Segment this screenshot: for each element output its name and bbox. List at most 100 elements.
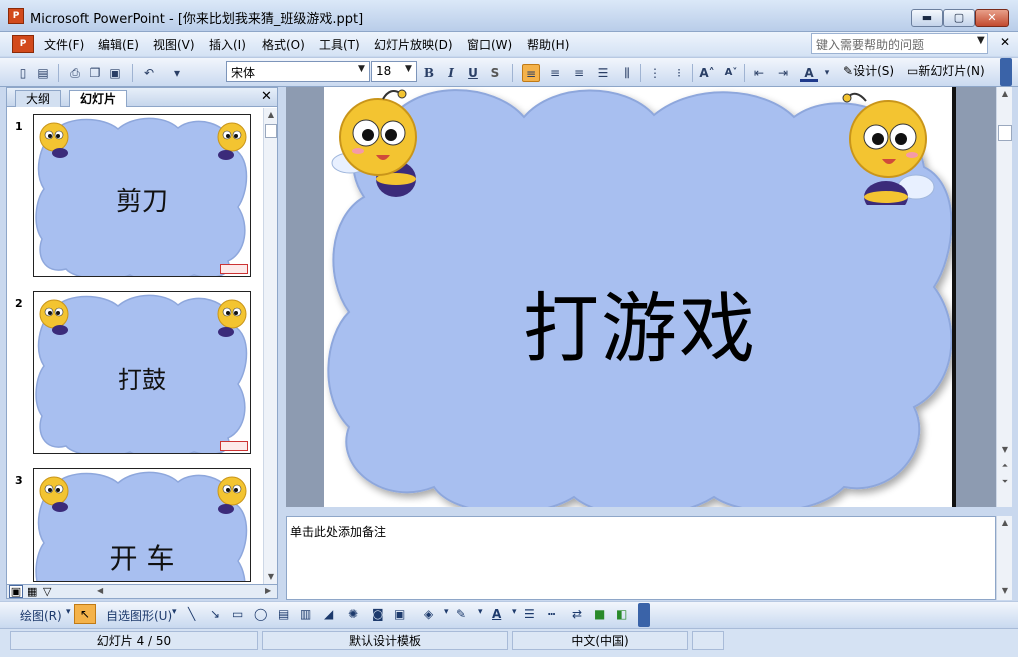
draw-menu-button[interactable]: 绘图(R) — [20, 607, 62, 624]
close-button[interactable]: ✕ — [975, 9, 1009, 27]
chevron-down-icon[interactable]: ▾ — [168, 64, 186, 82]
line-color-icon[interactable]: ✎ — [456, 607, 466, 621]
diagram-icon[interactable]: ✺ — [348, 607, 358, 621]
notes-placeholder[interactable]: 单击此处添加备注 — [290, 523, 386, 540]
menu-file[interactable]: 文件(F) — [44, 36, 84, 53]
font-name-combo[interactable]: 宋体 — [226, 61, 370, 82]
menu-format[interactable]: 格式(O) — [262, 36, 305, 53]
open-folder-icon[interactable]: ▤ — [34, 64, 52, 82]
select-pointer-icon[interactable]: ↖ — [74, 604, 96, 624]
scroll-down-icon[interactable]: ▼ — [264, 572, 278, 581]
close-document-icon[interactable]: ✕ — [1000, 35, 1010, 49]
print-icon[interactable]: ⎙ — [66, 64, 84, 82]
undo-icon[interactable]: ↶ — [140, 64, 158, 82]
justify-icon[interactable]: ☰ — [594, 64, 612, 82]
slides-panel-scrollbar[interactable]: ▲ ▼ — [263, 108, 277, 584]
toolbar-options-grip[interactable] — [638, 603, 650, 627]
chevron-down-icon[interactable]: ▼ — [405, 64, 412, 74]
document-icon[interactable]: P — [12, 35, 34, 53]
tab-outline[interactable]: 大纲 — [15, 90, 62, 107]
paste-icon[interactable]: ▣ — [106, 64, 124, 82]
scroll-up-icon[interactable]: ▲ — [998, 89, 1012, 98]
decrease-font-icon[interactable]: A˅ — [722, 64, 740, 82]
align-right-icon[interactable]: ≡ — [570, 64, 588, 82]
increase-indent-icon[interactable]: ⇥ — [774, 64, 792, 82]
chevron-down-icon[interactable]: ▾ — [66, 607, 71, 617]
autoshapes-button[interactable]: 自选图形(U) — [106, 607, 172, 624]
menu-window[interactable]: 窗口(W) — [467, 36, 512, 53]
align-left-icon[interactable]: ≡ — [522, 64, 540, 82]
scroll-right-icon[interactable]: ▶ — [265, 586, 271, 595]
clip-art-icon[interactable]: ◙ — [372, 607, 384, 621]
design-button[interactable]: ✎设计(S) — [843, 62, 894, 79]
menu-edit[interactable]: 编辑(E) — [98, 36, 139, 53]
chevron-down-icon[interactable]: ▾ — [478, 607, 483, 617]
minimize-button[interactable]: ▬ — [911, 9, 943, 27]
decrease-indent-icon[interactable]: ⇤ — [750, 64, 768, 82]
copy-icon[interactable]: ❐ — [86, 64, 104, 82]
help-search-input[interactable]: 键入需要帮助的问题 — [811, 33, 988, 54]
slide-title[interactable]: 打游戏 — [324, 267, 952, 377]
dash-style-icon[interactable]: ┅ — [548, 607, 555, 621]
italic-button[interactable]: I — [442, 64, 460, 82]
slide-canvas[interactable]: 打游戏 — [324, 87, 956, 507]
fill-color-icon[interactable]: ◈ — [424, 607, 433, 621]
scroll-down-icon[interactable]: ▼ — [998, 586, 1012, 595]
scroll-left-icon[interactable]: ◀ — [97, 586, 103, 595]
slideshow-view-icon[interactable]: ▽ — [43, 585, 51, 598]
toolbar-options-grip[interactable] — [1000, 58, 1012, 86]
chevron-down-icon[interactable]: ▾ — [512, 607, 517, 617]
shadow-style-icon[interactable]: ■ — [594, 607, 605, 621]
vertical-text-icon[interactable]: ⫼ — [618, 64, 636, 82]
textbox-tool-icon[interactable]: ▤ — [278, 607, 289, 621]
notes-scrollbar[interactable]: ▲ ▼ — [996, 516, 1012, 600]
3d-style-icon[interactable]: ◧ — [616, 607, 627, 621]
normal-view-icon[interactable]: ▣ — [9, 585, 23, 598]
shadow-button[interactable]: S — [486, 64, 504, 82]
slide-sorter-icon[interactable]: ▦ — [27, 585, 37, 598]
close-icon[interactable]: ✕ — [261, 89, 272, 104]
new-document-icon[interactable]: ▯ — [14, 64, 32, 82]
chevron-down-icon[interactable]: ▼ — [358, 64, 365, 74]
increase-font-icon[interactable]: A˄ — [698, 64, 716, 82]
scroll-down-icon[interactable]: ▼ — [998, 445, 1012, 454]
scroll-thumb[interactable] — [998, 125, 1012, 141]
chevron-down-icon[interactable]: ▾ — [172, 607, 177, 617]
menu-view[interactable]: 视图(V) — [153, 36, 195, 53]
numbered-list-icon[interactable]: ⋮ — [646, 64, 664, 82]
bold-button[interactable]: B — [420, 64, 438, 82]
new-slide-button[interactable]: ▭新幻灯片(N) — [907, 62, 985, 79]
notes-pane[interactable]: 单击此处添加备注 — [286, 516, 996, 600]
insert-picture-icon[interactable]: ▣ — [394, 607, 405, 621]
next-slide-icon[interactable]: ⏷ — [998, 477, 1012, 487]
line-tool-icon[interactable]: ╲ — [188, 607, 195, 621]
chevron-down-icon[interactable]: ▾ — [818, 64, 836, 82]
slide-thumbnail[interactable]: 剪刀 — [33, 114, 251, 277]
align-center-icon[interactable]: ≡ — [546, 64, 564, 82]
menu-insert[interactable]: 插入(I) — [209, 36, 246, 53]
menu-slideshow[interactable]: 幻灯片放映(D) — [374, 36, 453, 53]
arrow-style-icon[interactable]: ⇄ — [572, 607, 582, 621]
powerpoint-app-icon[interactable]: P — [8, 8, 24, 24]
menu-help[interactable]: 帮助(H) — [527, 36, 569, 53]
tab-slides[interactable]: 幻灯片 — [69, 90, 128, 107]
previous-slide-icon[interactable]: ⏶ — [998, 461, 1012, 471]
maximize-button[interactable]: ▢ — [943, 9, 975, 27]
scroll-thumb[interactable] — [265, 124, 277, 138]
slide-scrollbar[interactable]: ▲ ▼ ⏶ ⏷ — [996, 87, 1012, 507]
bullet-list-icon[interactable]: ⁝ — [670, 64, 688, 82]
underline-button[interactable]: U — [464, 64, 482, 82]
wordart-icon[interactable]: ◢ — [324, 607, 333, 621]
font-color-icon[interactable]: A — [800, 64, 818, 82]
scroll-up-icon[interactable]: ▲ — [998, 518, 1012, 527]
arrow-tool-icon[interactable]: ↘ — [210, 607, 220, 621]
line-style-icon[interactable]: ☰ — [524, 607, 535, 621]
oval-tool-icon[interactable]: ◯ — [254, 607, 267, 621]
scroll-up-icon[interactable]: ▲ — [264, 110, 278, 119]
menu-tools[interactable]: 工具(T) — [319, 36, 360, 53]
vertical-textbox-icon[interactable]: ▥ — [300, 607, 311, 621]
chevron-down-icon[interactable]: ▼ — [977, 35, 985, 46]
slide-thumbnail[interactable]: 开 车 — [33, 468, 251, 582]
slide-thumbnail[interactable]: 打鼓 — [33, 291, 251, 454]
design-template-status[interactable]: 默认设计模板 — [262, 631, 508, 650]
